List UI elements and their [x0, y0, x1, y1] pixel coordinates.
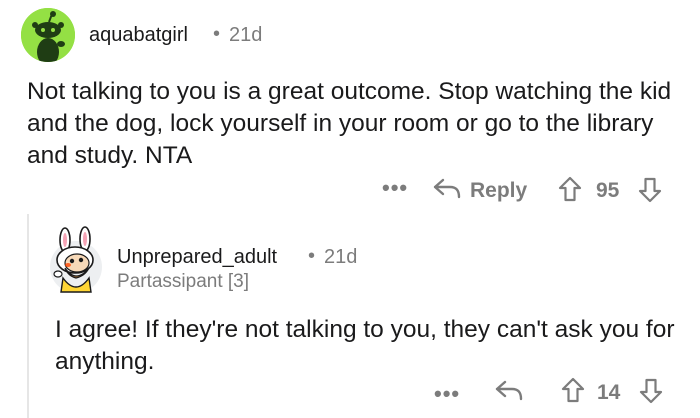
- meta-separator: •: [308, 245, 316, 267]
- more-options-button[interactable]: •••: [382, 175, 408, 201]
- reply-username[interactable]: Unprepared_adult: [117, 246, 277, 269]
- snoo-avatar-icon: [21, 8, 75, 62]
- vote-score: 95: [596, 179, 620, 202]
- reply-body: I agree! If they're not talking to you, …: [55, 316, 675, 375]
- upvote-arrow-icon: [561, 377, 585, 403]
- avatar[interactable]: [21, 8, 75, 62]
- meta-separator: •: [213, 23, 221, 45]
- reply-timestamp[interactable]: 21d: [324, 246, 357, 269]
- thread-line[interactable]: [27, 214, 29, 418]
- reply-arrow-icon: [433, 178, 461, 199]
- downvote-button[interactable]: [638, 377, 664, 405]
- downvote-button[interactable]: [637, 176, 663, 204]
- reply-label[interactable]: Reply: [470, 179, 527, 203]
- upvote-button[interactable]: [560, 376, 586, 404]
- reply-button[interactable]: [494, 378, 524, 404]
- comment-timestamp[interactable]: 21d: [229, 24, 262, 47]
- downvote-arrow-icon: [638, 177, 662, 203]
- user-flair: Partassipant [3]: [117, 271, 250, 292]
- comment-body: Not talking to you is a great outcome. S…: [27, 78, 672, 169]
- upvote-button[interactable]: [557, 175, 583, 203]
- reply-arrow-icon: [495, 380, 523, 401]
- upvote-arrow-icon: [558, 176, 582, 202]
- reply-button[interactable]: [432, 176, 462, 202]
- snoo-avatar-icon: [50, 226, 102, 293]
- avatar[interactable]: [47, 226, 105, 296]
- vote-score: 14: [597, 381, 621, 404]
- downvote-arrow-icon: [639, 378, 663, 404]
- more-options-button[interactable]: •••: [434, 381, 460, 407]
- comment-username[interactable]: aquabatgirl: [89, 24, 188, 47]
